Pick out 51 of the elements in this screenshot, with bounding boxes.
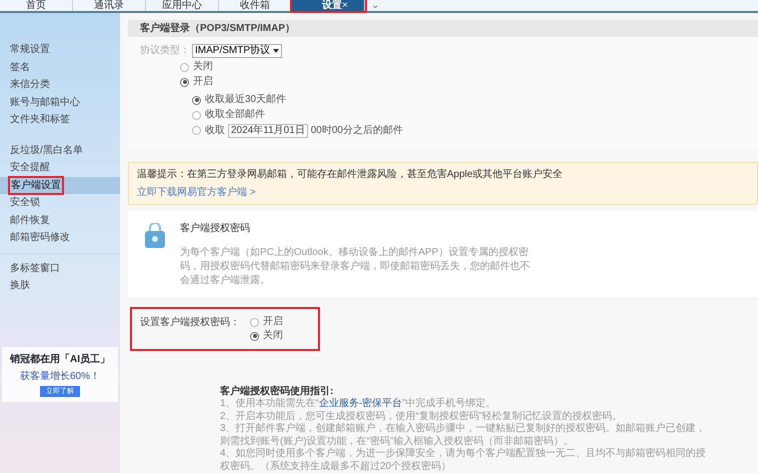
radio-option[interactable]: 收取全部邮件: [192, 108, 758, 122]
tab-menu-button[interactable]: ⌄: [365, 0, 385, 11]
radio-button[interactable]: [192, 96, 201, 104]
radio-button[interactable]: [250, 332, 259, 340]
sidebar-item[interactable]: 多标签窗口: [0, 260, 120, 277]
radio-button[interactable]: [250, 318, 259, 326]
download-link[interactable]: 立即下载网易官方客户端 >: [137, 185, 256, 200]
sidebar-item[interactable]: 来信分类: [0, 76, 120, 94]
radio-option[interactable]: 关闭: [250, 329, 283, 343]
radio-option[interactable]: 关闭: [180, 60, 758, 74]
radio-option[interactable]: 开启: [250, 315, 283, 329]
protocol-select[interactable]: IMAP/SMTP协议: [192, 44, 282, 58]
section-title: 客户端登录（POP3/SMTP/IMAP）: [140, 21, 296, 36]
radio-button[interactable]: [180, 62, 189, 72]
sidebar-item[interactable]: 反垃圾/黑白名单: [0, 142, 120, 159]
ad-subtitle: 获客量增长60%！: [20, 370, 100, 384]
auth-title: 客户端授权密码: [180, 222, 251, 236]
radio-button[interactable]: [192, 126, 201, 135]
guide-item: 4、如您同时使用多个客户端，为进一步保障安全，请为每个客户端配置独一无二、且均不与邮箱密码相同的授权密码。（系统支持生成最多不超过20个授权密码）: [220, 448, 707, 473]
dropdown-arrow-icon: [273, 48, 280, 52]
sidebar-item[interactable]: 账号与邮箱中心: [0, 94, 120, 111]
auth-setting-label: 设置客户端授权密码：: [140, 316, 240, 330]
time-suffix: 00时00分之后的邮件: [310, 124, 403, 138]
nav-tab[interactable]: 通讯录: [73, 0, 146, 11]
close-icon[interactable]: ×: [342, 0, 348, 11]
ad-title: 销冠都在用「AI员工」: [10, 352, 110, 366]
radio-option[interactable]: 收取: [192, 124, 225, 138]
lock-box-icon: [144, 223, 166, 249]
sidebar-item[interactable]: 换肤: [0, 277, 120, 294]
date-field[interactable]: 2024年11月01日: [228, 124, 308, 138]
radio-button[interactable]: [192, 110, 201, 120]
radio-option[interactable]: 开启: [180, 75, 758, 89]
sidebar-item[interactable]: 安全提醒: [0, 159, 120, 176]
nav-tab[interactable]: 首页: [0, 0, 73, 11]
guide-title: 客户端授权密码使用指引:: [220, 385, 334, 398]
auth-description: 为每个客户端（如PC上的Outlook、移动设备上的邮件APP）设置专属的授权密码，用授权密码代替邮箱密码来登录客户端，即使邮箱密码丢失，您的邮件也不会通过客户端泄露。: [180, 246, 531, 288]
guide-item: 3、打开邮件客户端，创建邮箱账户，在输入密码步骤中，一键粘贴已复制好的授权密码。如邮箱账户已创建，则需找到账号(账户)设置功能，在“密码”输入框输入授权密码（而非邮箱密码）。: [220, 423, 707, 448]
radio-button[interactable]: [180, 78, 189, 86]
sidebar-item[interactable]: 邮箱密码修改: [0, 229, 120, 246]
sidebar-item[interactable]: 签名: [0, 58, 120, 76]
sidebar-item[interactable]: 文件夹和标签: [0, 111, 120, 128]
platform-link[interactable]: 企业服务-密保平台: [318, 398, 402, 409]
sidebar-item[interactable]: 客户端设置: [0, 176, 120, 194]
radio-option[interactable]: 收取最近30天邮件: [192, 93, 758, 107]
guide-item: 2、开启本功能后，您可生成授权密码，使用“复制授权密码”轻松复制记忆设置的授权密码。: [220, 410, 624, 422]
sidebar-item[interactable]: 常规设置: [0, 41, 120, 58]
protocol-label: 协议类型：: [140, 44, 190, 58]
notice-text: 温馨提示：在第三方登录网易邮箱，可能存在邮件泄露风险，甚至危害Apple或其他平台账户安全: [137, 168, 564, 182]
guide-item: 1、使用本功能需先在“企业服务-密保平台”中完成手机号绑定。: [220, 398, 497, 410]
sidebar-item[interactable]: 邮件恢复: [0, 212, 120, 229]
sidebar-item[interactable]: 安全锁: [0, 194, 120, 212]
